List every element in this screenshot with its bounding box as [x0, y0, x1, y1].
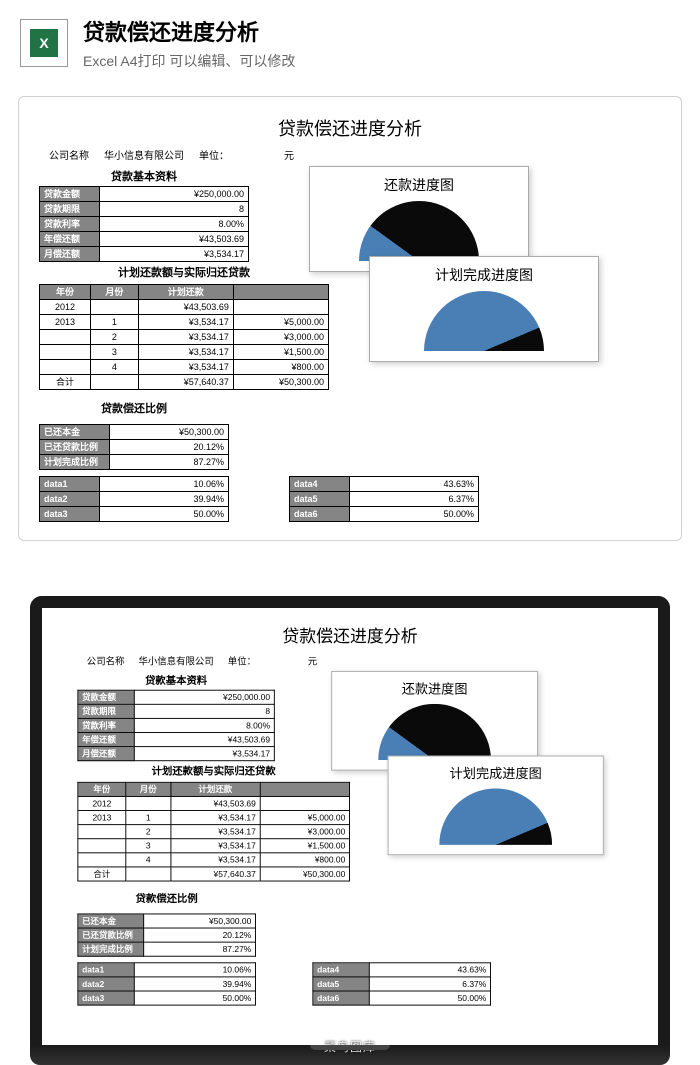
table-row: 2012¥43,503.69 [40, 300, 329, 315]
watermark-text: 菜鸟图库 [324, 1038, 376, 1055]
basic-info-table: 贷款金额¥250,000.00 贷款期限8 贷款利率8.00% 年偿还额¥43,… [39, 186, 249, 262]
table-row-total: 合计¥57,640.37¥50,300.00 [40, 375, 329, 390]
gauge-chart-icon [359, 201, 479, 261]
table-row: 4¥3,534.17¥800.00 [40, 360, 329, 375]
chart-title: 计划完成进度图 [380, 265, 588, 285]
ratio-section-title: 贷款偿还比例 [39, 398, 229, 418]
page-subtitle: Excel A4打印 可以编辑、可以修改 [83, 51, 295, 71]
doc-instance-1: 贷款偿还进度分析 公司名称 华小信息有限公司 单位： 元 贷款基本资料 贷款金额… [39, 115, 661, 522]
ratio-table: 已还本金¥50,300.00 已还贷款比例20.12% 计划完成比例87.27% [39, 424, 229, 470]
laptop-mockup: 贷款偿还进度分析 公司名称 华小信息有限公司 单位： 元 贷款基本资料 贷款金额… [0, 566, 700, 1065]
document-preview[interactable]: 贷款偿还进度分析 公司名称 华小信息有限公司 单位： 元 贷款基本资料 贷款金额… [18, 96, 682, 541]
chart-title: 还款进度图 [320, 175, 518, 195]
chart-plan-progress: 计划完成进度图 [369, 256, 599, 362]
data-tables-row: data110.06% data239.94% data350.00% data… [39, 476, 661, 522]
basic-section-title: 贷款基本资料 [39, 166, 249, 186]
plan-section-title: 计划还款额与实际归还贷款 [39, 262, 329, 282]
table-row: 3¥3,534.17¥1,500.00 [40, 345, 329, 360]
laptop-base: 菜鸟图库 [30, 1045, 670, 1065]
doc-subheader: 公司名称 华小信息有限公司 单位： 元 [39, 147, 661, 162]
table-row: 2¥3,534.17¥3,000.00 [40, 330, 329, 345]
page-header: X 贷款偿还进度分析 Excel A4打印 可以编辑、可以修改 [0, 0, 700, 86]
gauge-chart-icon [424, 291, 544, 351]
table-row: 20131¥3,534.17¥5,000.00 [40, 315, 329, 330]
data-table-left: data110.06% data239.94% data350.00% [39, 476, 229, 522]
data-table-right: data443.63% data56.37% data650.00% [289, 476, 479, 522]
excel-icon: X [20, 19, 68, 67]
page-title: 贷款偿还进度分析 [83, 15, 295, 47]
doc-title: 贷款偿还进度分析 [39, 115, 661, 141]
doc-instance-2: 贷款偿还进度分析 公司名称 华小信息有限公司 单位： 元 贷款基本资料 贷款金额… [77, 623, 622, 1006]
plan-table: 年份月份计划还款 2012¥43,503.69 20131¥3,534.17¥5… [39, 284, 329, 390]
